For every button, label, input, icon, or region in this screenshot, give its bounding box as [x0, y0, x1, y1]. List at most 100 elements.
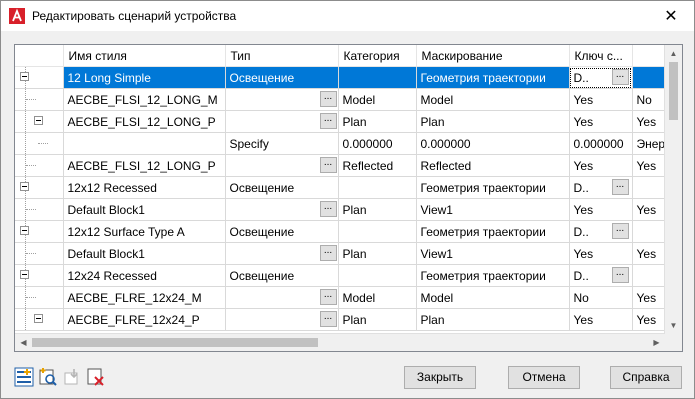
cell-mask[interactable]: View1: [416, 198, 570, 221]
cell-type[interactable]: ...: [225, 154, 339, 177]
cell-key[interactable]: Yes: [569, 88, 633, 111]
cell-key[interactable]: D.....: [569, 176, 633, 199]
style-grid[interactable]: Имя стиля Тип Категория Маскирование Клю…: [14, 44, 683, 352]
table-row[interactable]: 12x12 Recessed Освещение Геометрия траекто…: [15, 176, 673, 199]
cell-category[interactable]: Plan: [338, 110, 417, 133]
column-header-type[interactable]: Тип: [225, 45, 339, 67]
collapse-toggle-icon[interactable]: [20, 270, 29, 279]
cell-style-name[interactable]: 12x12 Surface Type A: [63, 220, 226, 243]
table-row[interactable]: 12x12 Surface Type A Освещение Геометрия т…: [15, 220, 673, 243]
vertical-scroll-thumb[interactable]: [669, 62, 678, 120]
browse-button[interactable]: ...: [319, 113, 337, 129]
cell-mask[interactable]: 0.000000: [416, 132, 570, 155]
cell-category[interactable]: Model: [338, 286, 417, 309]
cell-key[interactable]: Yes: [569, 110, 633, 133]
cell-type[interactable]: ...: [225, 198, 339, 221]
cell-category[interactable]: Model: [338, 88, 417, 111]
browse-button[interactable]: ...: [319, 91, 337, 107]
cell-category[interactable]: Plan: [338, 308, 417, 331]
cell-type[interactable]: Specify: [225, 132, 339, 155]
browse-button[interactable]: ...: [611, 267, 629, 283]
cell-type[interactable]: ...: [225, 88, 339, 111]
table-row[interactable]: 12 Long Simple Освещение Геометрия траекто…: [15, 66, 673, 89]
close-button[interactable]: Закрыть: [404, 366, 476, 389]
table-row[interactable]: Default Block1... Plan View1 Yes Yes: [15, 242, 673, 265]
cell-type[interactable]: ...: [225, 286, 339, 309]
cell-key[interactable]: D.....: [569, 66, 633, 89]
cell-category[interactable]: 0.000000: [338, 132, 417, 155]
column-header-style-name[interactable]: Имя стиля: [63, 45, 226, 67]
scroll-down-icon[interactable]: ▼: [665, 317, 682, 334]
browse-button[interactable]: ...: [319, 245, 337, 261]
close-window-button[interactable]: ✕: [648, 1, 694, 31]
cell-style-name[interactable]: Default Block1: [63, 242, 226, 265]
cell-mask[interactable]: Plan: [416, 308, 570, 331]
cell-mask[interactable]: Model: [416, 88, 570, 111]
cell-type[interactable]: ...: [225, 110, 339, 133]
browse-button[interactable]: ...: [611, 69, 629, 85]
cell-type[interactable]: Освещение: [225, 264, 339, 287]
cell-style-name[interactable]: AECBE_FLSI_12_LONG_P: [63, 110, 226, 133]
vertical-scrollbar[interactable]: ▲ ▼: [664, 45, 682, 334]
cell-style-name[interactable]: AECBE_FLSI_12_LONG_P: [63, 154, 226, 177]
collapse-toggle-icon[interactable]: [20, 182, 29, 191]
table-row[interactable]: AECBE_FLSI_12_LONG_P... Reflected Reflecte…: [15, 154, 673, 177]
cell-category[interactable]: [338, 220, 417, 243]
cell-category[interactable]: [338, 66, 417, 89]
cell-key[interactable]: Yes: [569, 154, 633, 177]
table-row[interactable]: Specify 0.000000 0.000000 0.000000 Энер: [15, 132, 673, 155]
help-button[interactable]: Справка: [610, 366, 682, 389]
move-icon[interactable]: [62, 367, 82, 387]
cell-key[interactable]: D.....: [569, 264, 633, 287]
table-row[interactable]: AECBE_FLSI_12_LONG_M... Model Model Yes No: [15, 88, 673, 111]
cell-type[interactable]: ...: [225, 308, 339, 331]
browse-button[interactable]: ...: [319, 157, 337, 173]
cell-type[interactable]: ...: [225, 242, 339, 265]
cell-style-name[interactable]: [63, 132, 226, 155]
cell-key[interactable]: Yes: [569, 198, 633, 221]
cell-key[interactable]: 0.000000: [569, 132, 633, 155]
cell-type[interactable]: Освещение: [225, 220, 339, 243]
cell-category[interactable]: Plan: [338, 198, 417, 221]
collapse-toggle-icon[interactable]: [34, 314, 43, 323]
browse-button[interactable]: ...: [319, 311, 337, 327]
cell-key[interactable]: D.....: [569, 220, 633, 243]
cell-mask[interactable]: Геометрия траектории: [416, 176, 570, 199]
cancel-button[interactable]: Отмена: [508, 366, 580, 389]
cell-style-name[interactable]: AECBE_FLSI_12_LONG_M: [63, 88, 226, 111]
cell-mask[interactable]: View1: [416, 242, 570, 265]
cell-category[interactable]: Reflected: [338, 154, 417, 177]
collapse-toggle-icon[interactable]: [34, 116, 43, 125]
scroll-up-icon[interactable]: ▲: [665, 45, 682, 62]
collapse-toggle-icon[interactable]: [20, 226, 29, 235]
horizontal-scroll-thumb[interactable]: [32, 338, 318, 347]
collapse-toggle-icon[interactable]: [20, 72, 29, 81]
cell-style-name[interactable]: 12 Long Simple: [63, 66, 226, 89]
column-header-category[interactable]: Категория: [338, 45, 417, 67]
table-row[interactable]: AECBE_FLSI_12_LONG_P... Plan Plan Yes Yes: [15, 110, 673, 133]
cell-style-name[interactable]: AECBE_FLRE_12x24_P: [63, 308, 226, 331]
browse-button[interactable]: ...: [611, 179, 629, 195]
browse-button[interactable]: ...: [319, 201, 337, 217]
cell-type[interactable]: Освещение: [225, 66, 339, 89]
browse-button[interactable]: ...: [611, 223, 629, 239]
cell-style-name[interactable]: Default Block1: [63, 198, 226, 221]
add-view-icon[interactable]: [38, 367, 58, 387]
cell-style-name[interactable]: 12x12 Recessed: [63, 176, 226, 199]
cell-mask[interactable]: Геометрия траектории: [416, 220, 570, 243]
cell-key[interactable]: Yes: [569, 242, 633, 265]
table-row[interactable]: 12x24 Recessed Освещение Геометрия траекто…: [15, 264, 673, 287]
table-row[interactable]: AECBE_FLRE_12x24_P... Plan Plan Yes Yes: [15, 308, 673, 331]
column-header-mask[interactable]: Маскирование: [416, 45, 570, 67]
table-row[interactable]: Default Block1... Plan View1 Yes Yes: [15, 198, 673, 221]
cell-style-name[interactable]: 12x24 Recessed: [63, 264, 226, 287]
cell-key[interactable]: No: [569, 286, 633, 309]
add-style-icon[interactable]: [14, 367, 34, 387]
cell-mask[interactable]: Геометрия траектории: [416, 264, 570, 287]
cell-mask[interactable]: Reflected: [416, 154, 570, 177]
cell-style-name[interactable]: AECBE_FLRE_12x24_M: [63, 286, 226, 309]
column-header-key[interactable]: Ключ с...: [569, 45, 633, 67]
cell-mask[interactable]: Model: [416, 286, 570, 309]
cell-category[interactable]: [338, 176, 417, 199]
cell-category[interactable]: Plan: [338, 242, 417, 265]
